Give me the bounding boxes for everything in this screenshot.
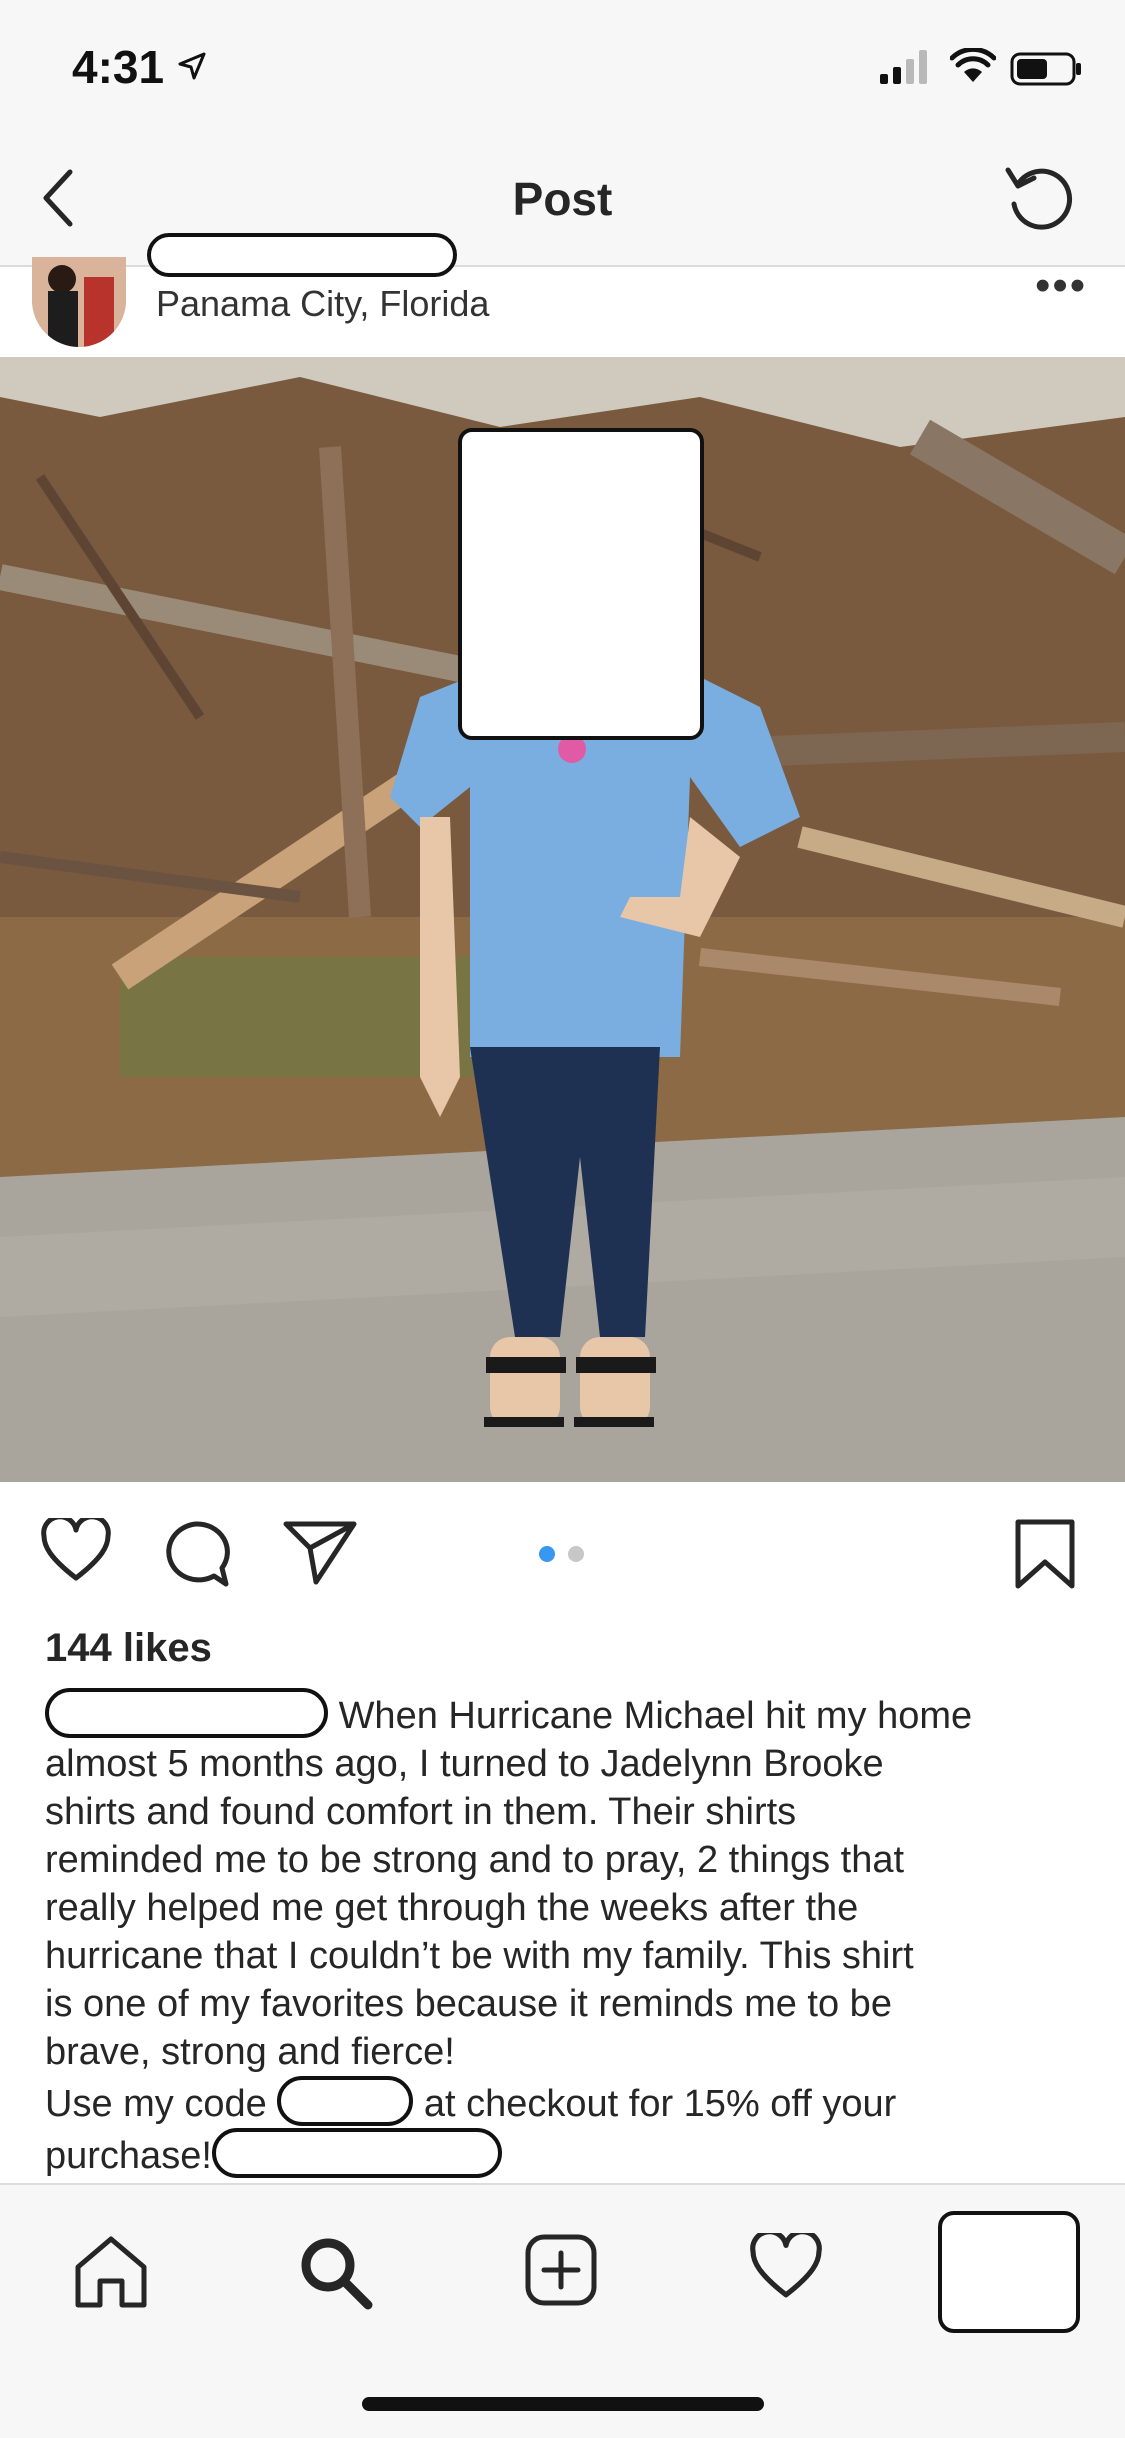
caption-line: shirts and found comfort in them. Their … (45, 1791, 797, 1833)
caption-line: really helped me get through the weeks a… (45, 1887, 859, 1929)
caption-line: purchase! (45, 2135, 212, 2177)
avatar[interactable] (32, 257, 126, 347)
caption-line: When Hurricane Michael hit my home (338, 1695, 973, 1737)
carousel-indicator (539, 1546, 584, 1562)
promo-code-redaction (277, 2076, 414, 2126)
carousel-dot-active (539, 1546, 555, 1562)
post-caption: When Hurricane Michael hit my home almos… (45, 1688, 1085, 2180)
likes-count[interactable]: 144 likes (45, 1626, 212, 1671)
activity-heart-icon[interactable] (748, 2233, 824, 2301)
page-title: Post (512, 173, 613, 225)
status-bar: 4:31 (0, 0, 1125, 140)
refresh-icon[interactable] (1000, 158, 1080, 238)
username-redaction[interactable] (147, 233, 457, 277)
post-location[interactable]: Panama City, Florida (156, 283, 489, 325)
send-icon[interactable] (282, 1518, 358, 1588)
profile-tab-redaction[interactable] (938, 2211, 1080, 2333)
home-indicator[interactable] (362, 2397, 764, 2411)
caption-username-redaction[interactable] (45, 1688, 328, 1738)
caption-line: reminded me to be strong and to pray, 2 … (45, 1839, 905, 1881)
post-header: Panama City, Florida ••• (0, 233, 1125, 357)
search-icon[interactable] (296, 2233, 374, 2311)
bookmark-icon[interactable] (1012, 1518, 1078, 1592)
location-arrow-icon (178, 52, 206, 80)
more-icon[interactable]: ••• (1035, 261, 1087, 311)
status-time: 4:31 (72, 41, 165, 93)
caption-line: at checkout for 15% off your (423, 2083, 897, 2125)
caption-line: brave, strong and fierce! (45, 2031, 455, 2073)
face-redaction (458, 428, 704, 740)
carousel-dot (568, 1546, 584, 1562)
caption-line: Use my code (45, 2083, 267, 2125)
caption-line: almost 5 months ago, I turned to Jadelyn… (45, 1743, 884, 1785)
signal-icon (880, 50, 927, 84)
wifi-icon (950, 48, 996, 82)
add-icon[interactable] (524, 2233, 598, 2307)
caption-line: is one of my favorites because it remind… (45, 1983, 892, 2025)
mention-redaction[interactable] (211, 2128, 502, 2178)
battery-icon (1010, 52, 1081, 86)
caption-line: hurricane that I couldn’t be with my fam… (45, 1935, 914, 1977)
comment-icon[interactable] (160, 1518, 232, 1590)
home-icon[interactable] (72, 2233, 150, 2309)
heart-icon[interactable] (40, 1518, 112, 1584)
